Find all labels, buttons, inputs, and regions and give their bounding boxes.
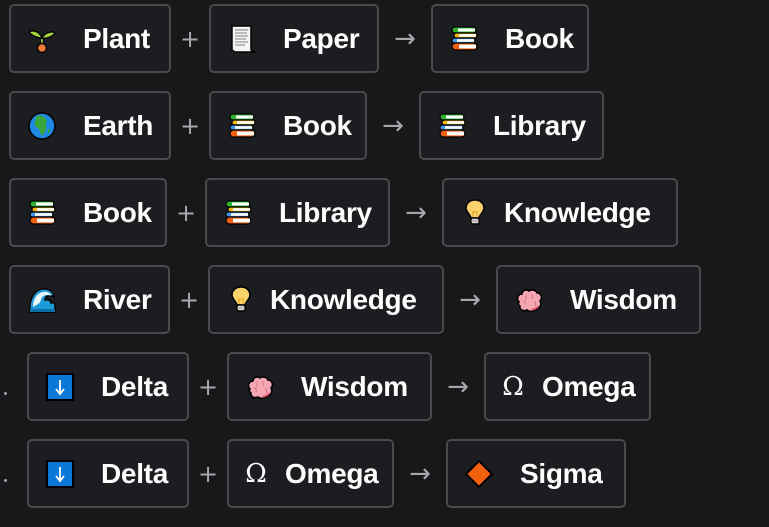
arrow-operator: → <box>459 284 481 315</box>
element-chip-library[interactable]: Library <box>419 91 604 160</box>
element-label: Omega <box>542 370 636 402</box>
element-label: Book <box>83 196 152 228</box>
bullet-dot <box>4 391 7 395</box>
element-chip-wisdom[interactable]: Wisdom <box>496 265 701 334</box>
element-label: Knowledge <box>270 283 417 315</box>
recipe-list: Plant + Paper → Book Earth + Book → Libr… <box>0 0 769 527</box>
arrow-operator: → <box>447 371 469 402</box>
element-label: Wisdom <box>301 370 408 402</box>
element-label: Knowledge <box>504 196 651 228</box>
element-label: Book <box>283 109 352 141</box>
plus-operator: + <box>197 459 219 488</box>
omega-icon: Ω <box>245 458 267 489</box>
plus-operator: + <box>197 372 219 401</box>
element-label: Wisdom <box>570 283 677 315</box>
orange-diamond-icon <box>464 459 494 489</box>
omega-icon: Ω <box>502 371 524 402</box>
books-icon <box>227 111 257 141</box>
plus-operator: + <box>179 24 201 53</box>
globe-africa-icon <box>27 111 57 141</box>
element-chip-book[interactable]: Book <box>431 4 589 73</box>
books-icon <box>27 198 57 228</box>
arrow-operator: → <box>382 110 404 141</box>
page-icon <box>227 24 257 54</box>
seedling-icon <box>27 24 57 54</box>
down-arrow-box-icon <box>45 372 75 402</box>
books-icon <box>449 24 479 54</box>
bullet-dot <box>4 478 7 482</box>
element-chip-delta[interactable]: Delta <box>27 352 189 421</box>
arrow-operator: → <box>405 197 427 228</box>
element-chip-plant[interactable]: Plant <box>9 4 171 73</box>
element-label: Earth <box>83 109 154 141</box>
element-chip-river[interactable]: River <box>9 265 170 334</box>
element-label: Book <box>505 22 574 54</box>
element-chip-knowledge[interactable]: Knowledge <box>442 178 678 247</box>
element-label: Sigma <box>520 457 603 489</box>
element-chip-earth[interactable]: Earth <box>9 91 171 160</box>
element-chip-sigma[interactable]: Sigma <box>446 439 626 508</box>
element-label: Library <box>493 109 586 141</box>
element-chip-omega[interactable]: Ω Omega <box>484 352 651 421</box>
lightbulb-icon <box>226 285 256 315</box>
arrow-operator: → <box>409 458 431 489</box>
brain-icon <box>245 372 275 402</box>
brain-icon <box>514 285 544 315</box>
down-arrow-box-icon <box>45 459 75 489</box>
wave-icon <box>27 285 57 315</box>
books-icon <box>223 198 253 228</box>
element-chip-omega[interactable]: Ω Omega <box>227 439 394 508</box>
element-label: Delta <box>101 370 168 402</box>
element-label: Plant <box>83 22 150 54</box>
lightbulb-icon <box>460 198 490 228</box>
element-label: Library <box>279 196 372 228</box>
element-chip-library[interactable]: Library <box>205 178 390 247</box>
element-chip-book[interactable]: Book <box>209 91 367 160</box>
element-chip-wisdom[interactable]: Wisdom <box>227 352 432 421</box>
element-label: River <box>83 283 152 315</box>
element-chip-delta[interactable]: Delta <box>27 439 189 508</box>
element-chip-book[interactable]: Book <box>9 178 167 247</box>
books-icon <box>437 111 467 141</box>
element-chip-knowledge[interactable]: Knowledge <box>208 265 444 334</box>
element-chip-paper[interactable]: Paper <box>209 4 379 73</box>
element-label: Paper <box>283 22 360 54</box>
element-label: Delta <box>101 457 168 489</box>
arrow-operator: → <box>394 23 416 54</box>
plus-operator: + <box>175 198 197 227</box>
plus-operator: + <box>178 285 200 314</box>
plus-operator: + <box>179 111 201 140</box>
element-label: Omega <box>285 457 379 489</box>
